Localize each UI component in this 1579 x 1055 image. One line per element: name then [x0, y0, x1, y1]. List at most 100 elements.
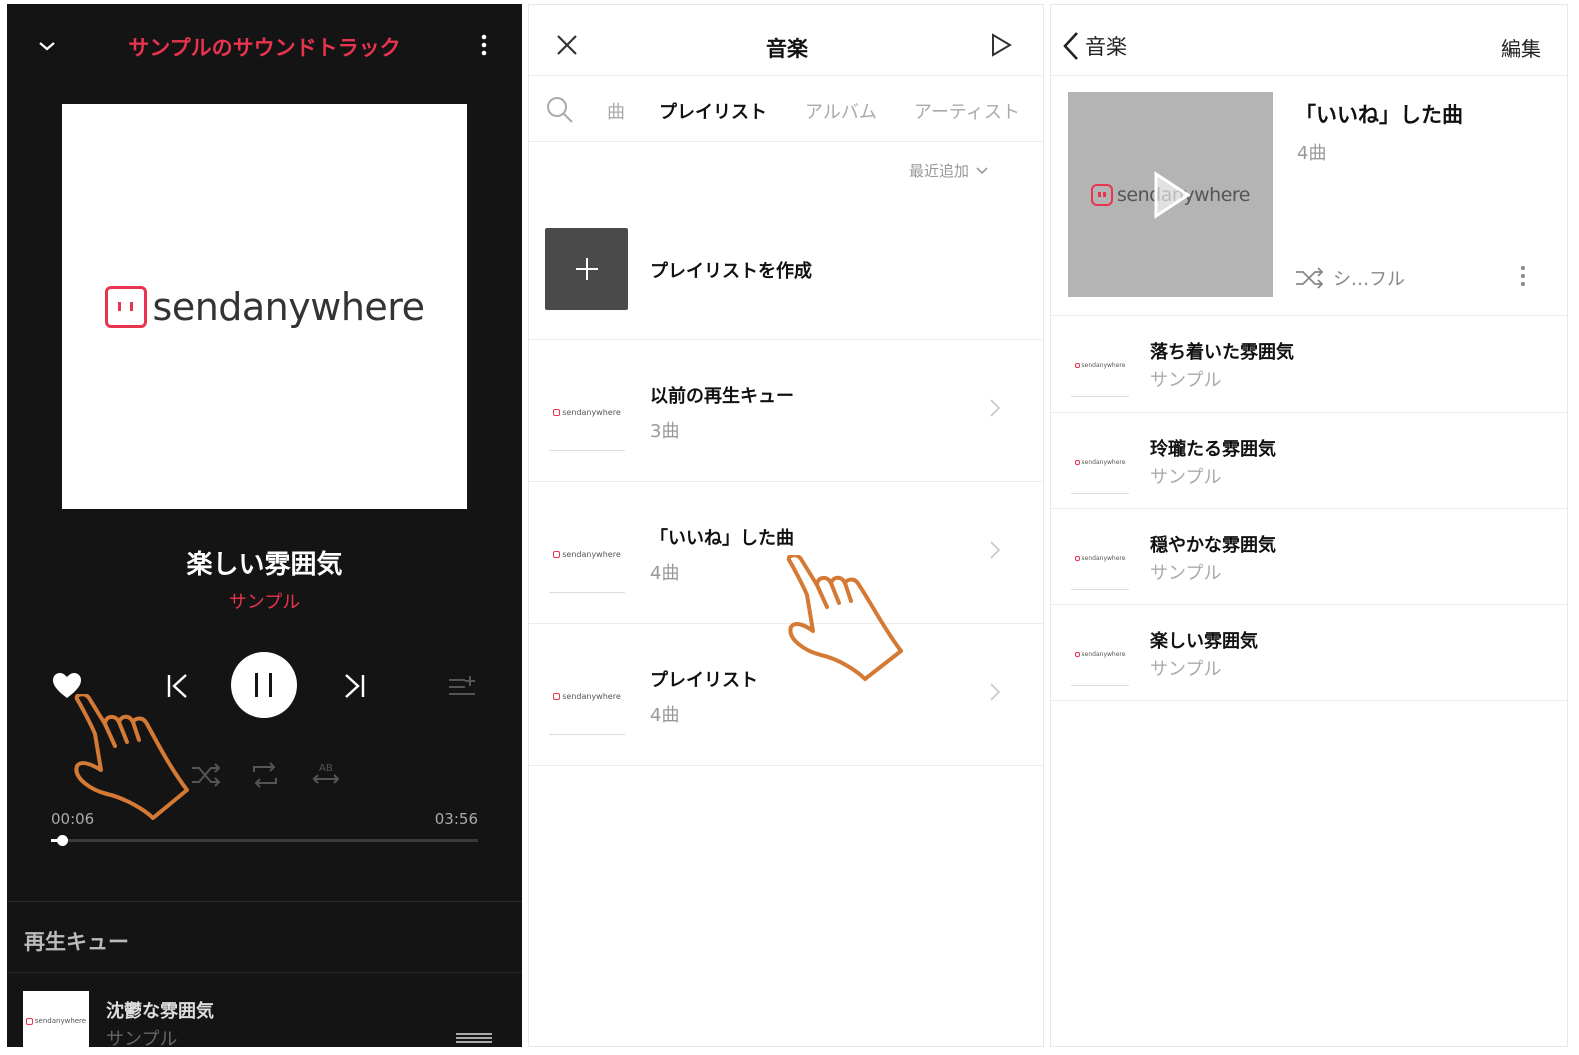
- song-thumbnail: sendanywhere: [1071, 334, 1129, 397]
- playlist-cover[interactable]: sendanywhere: [1068, 92, 1273, 297]
- ab-repeat-icon: AB: [312, 763, 340, 784]
- player-screen: サンプルのサウンドトラック sendanywhere 楽しい雰囲気 サンプル A…: [7, 4, 522, 1047]
- playlist-count: 4曲: [650, 705, 680, 726]
- playlist-name: プレイリスト: [650, 670, 758, 691]
- repeat-icon: [253, 762, 277, 788]
- playlist-count: 4曲: [650, 563, 680, 584]
- sendanywhere-mark-icon: [1074, 555, 1080, 561]
- song-thumbnail: sendanywhere: [1071, 527, 1129, 590]
- tap-hand-icon: [786, 555, 903, 681]
- search-icon: [547, 97, 573, 123]
- sort-dropdown[interactable]: 最近追加: [909, 160, 989, 181]
- chevron-right-icon: [989, 398, 1001, 422]
- playlist-count: 4曲: [1297, 143, 1327, 164]
- sendanywhere-mark-icon: [553, 550, 561, 558]
- song-row[interactable]: sendanywhere 玲瓏たる雰囲気 サンプル: [1051, 413, 1567, 509]
- song-thumbnail: sendanywhere: [1071, 431, 1129, 494]
- edit-button[interactable]: 編集: [1501, 33, 1541, 62]
- tab-playlists[interactable]: プレイリスト: [659, 98, 767, 124]
- sendanywhere-mark-icon: [1074, 362, 1080, 368]
- playlist-name: 「いいね」した曲: [1295, 103, 1463, 127]
- track-title: 楽しい雰囲気: [186, 550, 343, 580]
- song-artist: サンプル: [1150, 563, 1222, 584]
- play-overlay-icon[interactable]: [1150, 170, 1194, 220]
- playlist-name: 以前の再生キュー: [650, 386, 794, 407]
- thumb-brand: sendanywhere: [562, 691, 621, 701]
- sendanywhere-mark-icon: [104, 285, 147, 328]
- playlist-more-button[interactable]: [1513, 263, 1533, 291]
- pause-icon: [255, 673, 272, 697]
- song-title: 落ち着いた雰囲気: [1150, 342, 1294, 363]
- sort-label: 最近追加: [909, 162, 970, 180]
- tab-artists[interactable]: アーティスト: [914, 98, 1020, 124]
- drag-handle-icon[interactable]: [455, 1029, 493, 1043]
- playlist-thumbnail: sendanywhere: [549, 374, 625, 451]
- create-playlist-row[interactable]: プレイリストを作成: [529, 215, 1043, 335]
- add-to-queue-button[interactable]: [447, 674, 477, 700]
- thumb-brand: sendanywhere: [1081, 650, 1126, 658]
- next-icon: [345, 674, 365, 698]
- pause-button[interactable]: [231, 652, 297, 718]
- logo-text: sendanywhere: [152, 284, 425, 329]
- song-artist: サンプル: [1150, 467, 1222, 488]
- next-button[interactable]: [341, 672, 367, 700]
- create-playlist-button[interactable]: [545, 228, 628, 310]
- more-icon: [481, 34, 487, 56]
- svg-text:AB: AB: [319, 763, 333, 774]
- song-thumbnail: sendanywhere: [1071, 623, 1129, 686]
- tap-hand-icon: [74, 694, 189, 820]
- playlist-thumbnail: sendanywhere: [549, 516, 625, 593]
- ab-repeat-button[interactable]: AB: [311, 760, 341, 790]
- sendanywhere-mark-icon: [553, 408, 561, 416]
- tab-albums[interactable]: アルバム: [805, 98, 877, 124]
- playlist-count: 3曲: [650, 421, 680, 442]
- chevron-right-icon: [989, 540, 1001, 564]
- progress-track[interactable]: [51, 835, 478, 846]
- add-to-queue-icon: [449, 676, 475, 695]
- player-title: サンプルのサウンドトラック: [128, 36, 401, 60]
- thumb-brand: sendanywhere: [562, 549, 621, 559]
- search-button[interactable]: [545, 95, 575, 125]
- song-artist: サンプル: [1150, 659, 1222, 680]
- thumb-brand: sendanywhere: [1081, 361, 1126, 369]
- thumb-brand: sendanywhere: [562, 407, 621, 417]
- back-label: 音楽: [1085, 35, 1127, 59]
- sendanywhere-mark-icon: [25, 1017, 33, 1025]
- repeat-button[interactable]: [250, 760, 280, 790]
- progress-thumb[interactable]: [56, 835, 68, 846]
- more-icon: [1521, 266, 1525, 286]
- song-title: 穏やかな雰囲気: [1150, 535, 1276, 556]
- more-button[interactable]: [473, 32, 497, 60]
- sendanywhere-mark-icon: [553, 692, 561, 700]
- song-row[interactable]: sendanywhere 穏やかな雰囲気 サンプル: [1051, 509, 1567, 605]
- plus-icon: [575, 258, 598, 280]
- shuffle-label: シ…フル: [1333, 269, 1405, 290]
- queue-thumbnail: sendanywhere: [23, 991, 89, 1047]
- song-row[interactable]: sendanywhere 落ち着いた雰囲気 サンプル: [1051, 316, 1567, 412]
- sendanywhere-mark-icon: [1091, 183, 1113, 206]
- total-duration: 03:56: [434, 810, 478, 828]
- queue-item-artist: サンプル: [106, 1029, 178, 1047]
- tab-songs[interactable]: 曲: [607, 98, 625, 124]
- back-button[interactable]: 音楽: [1061, 31, 1127, 61]
- song-row[interactable]: sendanywhere 楽しい雰囲気 サンプル: [1051, 605, 1567, 701]
- album-artwork: sendanywhere: [62, 104, 467, 509]
- shuffle-play-button[interactable]: シ…フル: [1295, 265, 1405, 291]
- playlist-thumbnail: sendanywhere: [549, 658, 625, 735]
- play-icon: [992, 33, 1012, 57]
- song-title: 楽しい雰囲気: [1150, 631, 1258, 652]
- chevron-down-icon: [976, 166, 988, 174]
- chevron-right-icon: [989, 682, 1001, 706]
- sendanywhere-mark-icon: [1074, 651, 1080, 657]
- queue-item[interactable]: sendanywhere 沈鬱な雰囲気 サンプル: [7, 989, 522, 1047]
- track-artist[interactable]: サンプル: [7, 588, 522, 614]
- shuffle-icon: [1296, 267, 1324, 289]
- playlist-row[interactable]: sendanywhere 以前の再生キュー 3曲: [529, 340, 1043, 481]
- thumb-brand: sendanywhere: [34, 1017, 87, 1025]
- library-title: 音楽: [766, 37, 808, 61]
- song-artist: サンプル: [1150, 370, 1222, 391]
- song-title: 玲瓏たる雰囲気: [1150, 439, 1276, 460]
- queue-header: 再生キュー: [24, 930, 129, 954]
- play-all-button[interactable]: [989, 33, 1013, 57]
- library-screen: 音楽 曲 プレイリスト アルバム アーティスト 最近追加 プレイリストを作成 s…: [528, 4, 1044, 1047]
